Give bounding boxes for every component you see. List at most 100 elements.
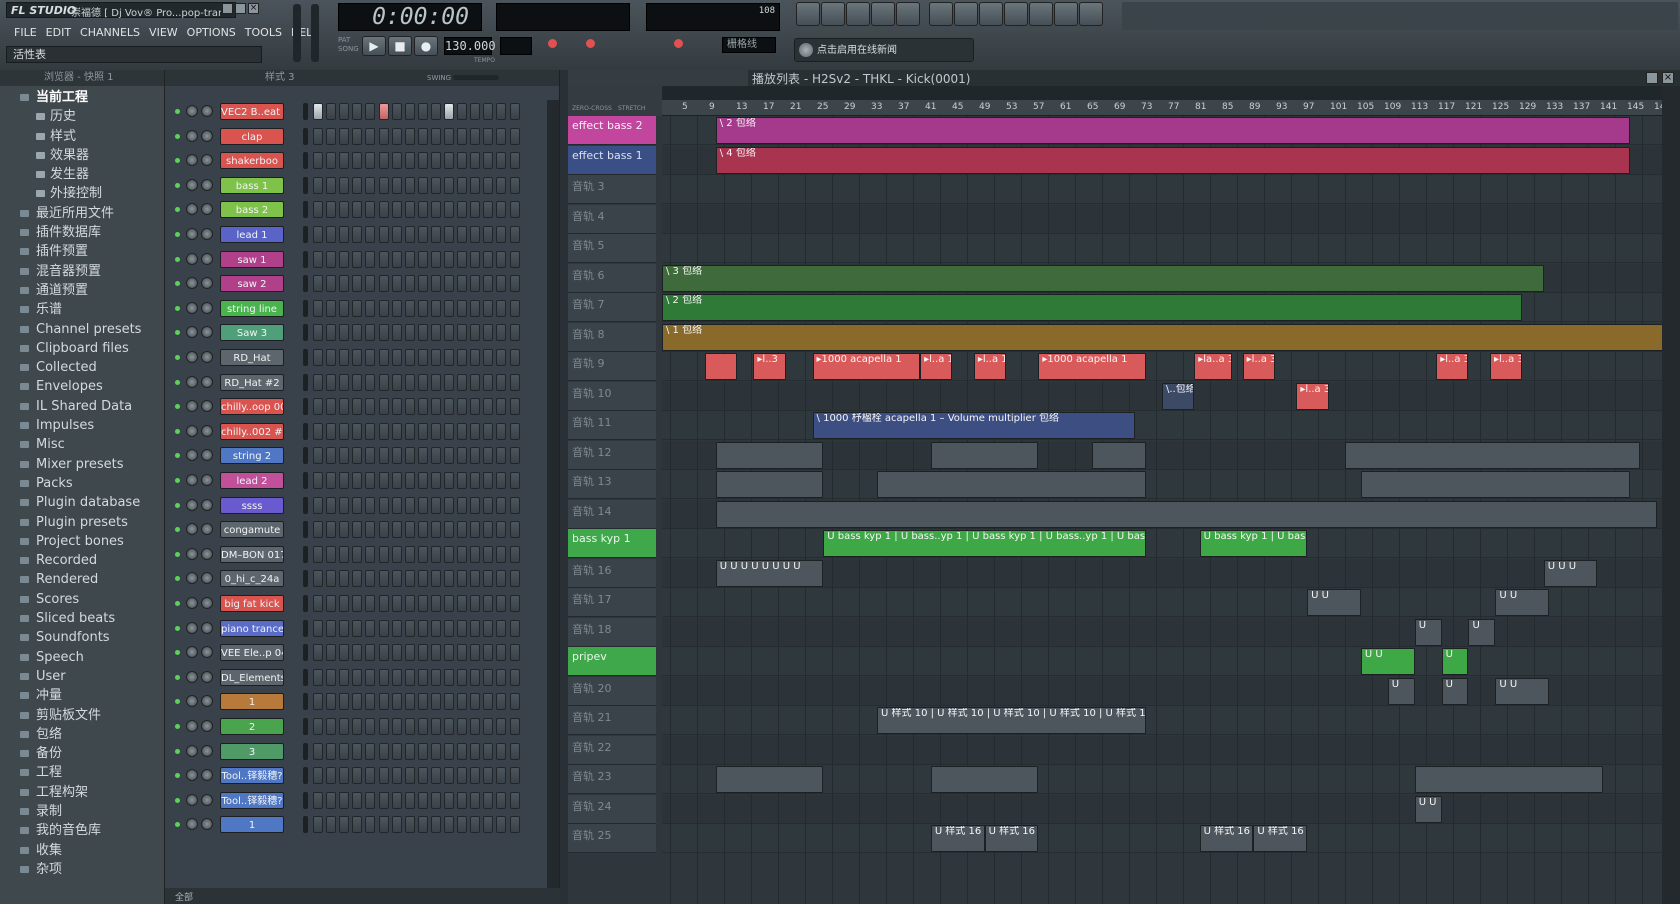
step-button[interactable] xyxy=(352,545,363,563)
step-button[interactable] xyxy=(391,103,402,120)
browser-item[interactable]: 历史 xyxy=(0,107,164,126)
step-button[interactable] xyxy=(457,176,468,194)
step-button[interactable] xyxy=(391,422,402,440)
channel-name-button[interactable]: VEE Ele..p 042 xyxy=(220,644,284,662)
step-button[interactable] xyxy=(417,595,428,612)
step-button[interactable] xyxy=(339,767,350,785)
step-button[interactable] xyxy=(444,176,454,194)
step-button[interactable] xyxy=(326,791,337,809)
step-button[interactable] xyxy=(444,816,454,834)
channel-name-button[interactable]: Tool..铎毅穗? xyxy=(220,791,284,809)
step-button[interactable] xyxy=(404,816,415,834)
step-button[interactable] xyxy=(352,226,363,243)
step-button[interactable] xyxy=(378,152,389,170)
step-button[interactable] xyxy=(326,176,337,194)
step-button[interactable] xyxy=(326,767,337,785)
step-button[interactable] xyxy=(470,324,481,342)
track-header[interactable]: 音轨 16 xyxy=(568,558,656,588)
step-button[interactable] xyxy=(509,521,520,539)
step-button[interactable] xyxy=(339,521,350,539)
step-button[interactable] xyxy=(509,103,520,120)
tempo-display[interactable]: 130.000 xyxy=(444,37,496,55)
step-button[interactable] xyxy=(444,718,454,735)
step-button[interactable] xyxy=(483,103,494,120)
channel-row[interactable]: RD_Hat #2 xyxy=(165,371,560,395)
step-button[interactable] xyxy=(496,545,507,563)
step-button[interactable] xyxy=(404,349,415,366)
step-button[interactable] xyxy=(483,595,494,612)
step-button[interactable] xyxy=(509,545,520,563)
playlist-clip[interactable]: \ 2 包络 xyxy=(715,117,1630,144)
step-button[interactable] xyxy=(378,250,389,268)
browser-item[interactable]: IL Shared Data xyxy=(0,397,164,416)
minimize-button[interactable] xyxy=(222,3,233,14)
step-button[interactable] xyxy=(483,816,494,834)
channel-pan-knob[interactable] xyxy=(186,326,198,339)
playlist-clip[interactable]: U xyxy=(1387,677,1415,705)
track-header[interactable]: 音轨 23 xyxy=(568,765,656,794)
step-button[interactable] xyxy=(470,275,481,293)
track-lane[interactable] xyxy=(662,204,1662,234)
step-button[interactable] xyxy=(496,250,507,268)
step-button[interactable] xyxy=(339,299,350,317)
step-button[interactable] xyxy=(496,127,507,145)
step-button[interactable] xyxy=(470,693,481,711)
step-button[interactable] xyxy=(391,349,402,366)
step-button[interactable] xyxy=(430,201,441,219)
step-button[interactable] xyxy=(404,693,415,711)
tool-button[interactable] xyxy=(1029,2,1053,26)
step-button[interactable] xyxy=(365,127,376,145)
channel-name-button[interactable]: saw 1 xyxy=(220,250,284,268)
step-button[interactable] xyxy=(365,742,376,760)
step-button[interactable] xyxy=(496,349,507,366)
step-button[interactable] xyxy=(339,619,350,637)
step-button[interactable] xyxy=(391,693,402,711)
channel-name-button[interactable]: ssss xyxy=(220,496,284,514)
step-button[interactable] xyxy=(509,668,520,686)
step-button[interactable] xyxy=(326,275,337,293)
step-button[interactable] xyxy=(339,127,350,145)
playlist-clip[interactable]: U U xyxy=(1307,589,1361,616)
step-button[interactable] xyxy=(378,791,389,809)
step-button[interactable] xyxy=(352,275,363,293)
step-button[interactable] xyxy=(483,742,494,760)
channel-name-button[interactable]: bass 2 xyxy=(220,201,284,219)
step-button[interactable] xyxy=(470,570,481,588)
step-button[interactable] xyxy=(339,373,350,391)
step-button[interactable] xyxy=(339,718,350,735)
channel-row[interactable]: 2 xyxy=(165,715,560,739)
step-button[interactable] xyxy=(444,422,454,440)
online-news-bar[interactable]: 点击启用在线新闻 xyxy=(794,38,974,62)
step-button[interactable] xyxy=(430,103,441,120)
playlist-clip[interactable]: U U U xyxy=(1543,559,1598,587)
step-button[interactable] xyxy=(496,693,507,711)
step-button[interactable] xyxy=(496,595,507,612)
step-button[interactable] xyxy=(483,693,494,711)
step-button[interactable] xyxy=(470,176,481,194)
channel-select[interactable] xyxy=(303,275,308,293)
step-button[interactable] xyxy=(391,521,402,539)
playlist-clip[interactable]: \ 2 包络 xyxy=(662,294,1523,321)
step-button[interactable] xyxy=(313,299,323,317)
channel-led[interactable] xyxy=(175,305,180,311)
track-header[interactable]: bass kyp 1 xyxy=(568,529,656,558)
playlist-clip[interactable]: U 样式 16 xyxy=(1199,825,1254,852)
browser-item[interactable]: 收集 xyxy=(0,841,164,860)
step-button[interactable] xyxy=(365,718,376,735)
step-button[interactable] xyxy=(352,447,363,465)
step-button[interactable] xyxy=(444,496,454,514)
step-button[interactable] xyxy=(313,447,323,465)
step-button[interactable] xyxy=(378,176,389,194)
channel-pan-knob[interactable] xyxy=(186,178,198,191)
browser-item[interactable]: 混音器预置 xyxy=(0,262,164,281)
step-button[interactable] xyxy=(326,742,337,760)
step-button[interactable] xyxy=(509,398,520,416)
step-button[interactable] xyxy=(391,570,402,588)
step-button[interactable] xyxy=(365,201,376,219)
step-button[interactable] xyxy=(365,398,376,416)
step-button[interactable] xyxy=(378,226,389,243)
snap-selector[interactable]: 栅格线 xyxy=(722,37,776,53)
step-button[interactable] xyxy=(339,668,350,686)
step-button[interactable] xyxy=(404,127,415,145)
step-button[interactable] xyxy=(483,718,494,735)
